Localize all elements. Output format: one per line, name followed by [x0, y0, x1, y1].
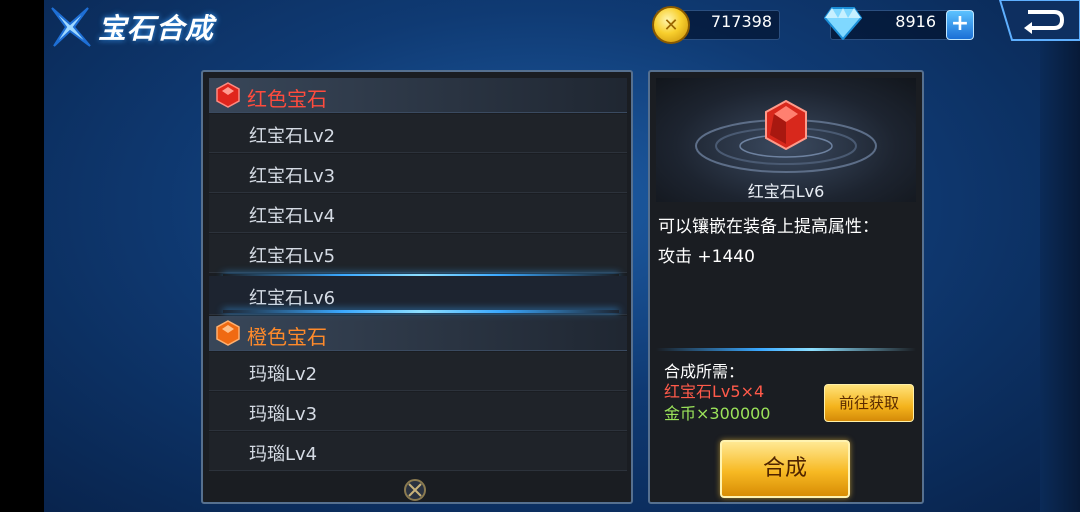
list-item-ruby-lv2[interactable]: 红宝石Lv2 — [209, 114, 627, 153]
list-item-agate-lv3[interactable]: 玛瑙Lv3 — [209, 392, 627, 431]
requirement-gem: 红宝石Lv5×4 — [664, 382, 765, 401]
category-red-gems[interactable]: 红色宝石 — [209, 78, 627, 113]
back-button[interactable] — [998, 0, 1080, 48]
item-label: 红宝石Lv5 — [249, 246, 336, 267]
gem-list-panel[interactable]: 红色宝石 红宝石Lv2 红宝石Lv3 红宝石Lv4 红宝石Lv5 红宝石Lv6 … — [201, 70, 633, 504]
gem-description: 可以镶嵌在装备上提高属性： — [658, 217, 879, 237]
list-item-ruby-lv5[interactable]: 红宝石Lv5 — [209, 234, 627, 273]
add-diamond-button[interactable]: + — [946, 10, 974, 40]
red-gem-icon — [216, 82, 240, 108]
orange-gem-icon — [216, 320, 240, 346]
requirement-gold: 金币×300000 — [664, 404, 771, 423]
gem-stat: 攻击 +1440 — [658, 247, 755, 267]
page-title: 宝石合成 — [98, 12, 215, 45]
compose-button[interactable]: 合成 — [720, 440, 850, 498]
list-item-agate-lv2[interactable]: 玛瑙Lv2 — [209, 352, 627, 391]
gem-detail-panel: 红宝石Lv6 可以镶嵌在装备上提高属性： 攻击 +1440 合成所需： 红宝石L… — [648, 70, 924, 504]
item-label: 红宝石Lv4 — [249, 206, 336, 227]
gold-coin-icon: ✕ — [652, 6, 690, 44]
gem-preview: 红宝石Lv6 — [656, 78, 916, 202]
title-area: 宝石合成 — [48, 4, 214, 50]
diamond-icon — [824, 7, 862, 40]
goto-obtain-button[interactable]: 前往获取 — [824, 384, 914, 422]
item-label: 玛瑙Lv3 — [249, 404, 318, 425]
gold-value: 717398 — [710, 12, 772, 31]
diamond-value: 8916 — [895, 12, 936, 31]
ruby-gem-icon — [765, 100, 807, 150]
right-edge-bar — [1040, 0, 1080, 512]
category-orange-gems[interactable]: 橙色宝石 — [209, 316, 627, 351]
list-item-ruby-lv3[interactable]: 红宝石Lv3 — [209, 154, 627, 193]
category-label: 红色宝石 — [247, 87, 327, 111]
requirement-divider — [656, 348, 916, 351]
list-item-agate-lv4[interactable]: 玛瑙Lv4 — [209, 432, 627, 471]
item-label: 玛瑙Lv4 — [249, 444, 318, 465]
item-label: 红宝石Lv6 — [249, 288, 336, 309]
scroll-ornament-icon — [404, 479, 426, 501]
x-logo-icon — [51, 7, 91, 47]
gem-name: 红宝石Lv6 — [747, 182, 825, 201]
item-label: 红宝石Lv3 — [249, 166, 336, 187]
selection-glow-bottom — [223, 310, 619, 313]
category-label: 橙色宝石 — [247, 325, 327, 349]
list-item-ruby-lv4[interactable]: 红宝石Lv4 — [209, 194, 627, 233]
left-black-bar — [0, 0, 44, 512]
item-label: 玛瑙Lv2 — [249, 364, 318, 385]
item-label: 红宝石Lv2 — [249, 126, 336, 147]
